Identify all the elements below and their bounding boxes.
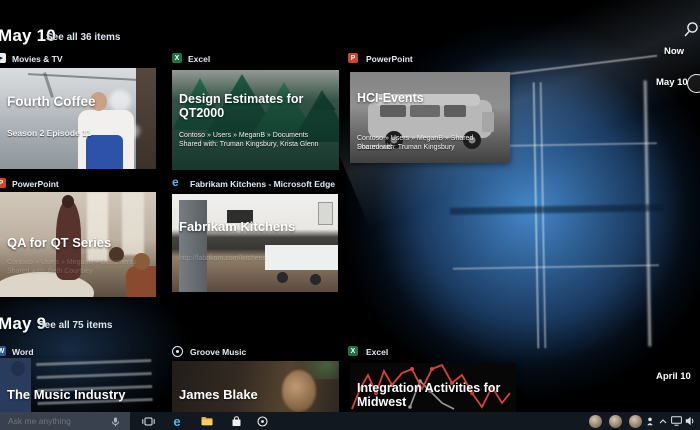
card-title: Integration Activities for Midwest <box>357 381 501 410</box>
music-industry-thumbnail <box>0 358 156 412</box>
card-subtitle: Season 2 Episode 11 <box>7 128 92 138</box>
people-contact-avatar[interactable] <box>609 414 622 428</box>
app-label-groove: Groove Music <box>190 347 247 357</box>
card-title: Fourth Coffee <box>7 94 96 109</box>
card-title: Design Estimates for QT2000 <box>179 92 304 121</box>
card-title: The Music Industry <box>7 387 126 402</box>
app-label-word: Word <box>12 347 34 357</box>
activity-card-music-industry[interactable]: The Music Industry <box>0 358 156 412</box>
windows-timeline-task-view: May 10 See all 36 items ▸ Movies & TV X … <box>0 0 700 430</box>
card-meta-url: http://fabrikam.com/kitchens <box>179 255 267 262</box>
activity-card-design-estimates[interactable]: Design Estimates for QT2000 Contoso » Us… <box>172 70 339 170</box>
rail-label-now[interactable]: Now <box>664 46 684 57</box>
window-pane-edge <box>532 82 540 349</box>
card-title: Fabrikam Kitchens <box>179 219 296 234</box>
activity-card-fabrikam-kitchens[interactable]: Fabrikam Kitchens http://fabrikam.com/ki… <box>172 194 338 292</box>
activity-card-fourth-coffee[interactable]: Fourth Coffee Season 2 Episode 11 <box>0 68 156 169</box>
app-label-excel: Excel <box>188 54 211 64</box>
app-label-edge-tab: Fabrikam Kitchens - Microsoft Edge <box>190 179 335 189</box>
fourth-coffee-thumbnail <box>0 68 156 169</box>
activity-card-hci-events[interactable]: HCI-Events Contoso » Users » MeganB » Sh… <box>350 72 510 163</box>
window-mullion-shadow <box>449 204 665 215</box>
movies-tv-icon: ▸ <box>0 53 6 63</box>
edge-icon: e <box>172 175 179 189</box>
people-contact-avatar[interactable] <box>589 414 602 428</box>
card-title: HCI-Events <box>357 91 424 105</box>
volume-tray-icon[interactable] <box>682 412 698 430</box>
timeline-scrubber-handle[interactable] <box>687 74 700 93</box>
activity-card-qa-qt-series[interactable]: QA for QT Series Contoso » Users » Megan… <box>0 192 156 297</box>
card-meta-shared: Shared with: Truman Kingsbury, Krista Gl… <box>179 141 319 148</box>
app-label-movies-tv: Movies & TV <box>12 54 63 64</box>
store-icon[interactable] <box>225 412 247 430</box>
excel-icon: X <box>172 53 182 63</box>
window-pane-edge <box>643 80 652 347</box>
word-icon: W <box>0 346 6 356</box>
see-all-may-10-link[interactable]: See all 36 items <box>46 32 121 43</box>
see-all-may-9-link[interactable]: See all 75 items <box>38 320 113 331</box>
rail-label-may-10[interactable]: May 10 <box>656 77 688 88</box>
card-meta-shared: Shared with: Beth Courtney <box>7 268 93 275</box>
file-explorer-icon[interactable] <box>196 412 218 430</box>
powerpoint-icon: P <box>0 178 6 188</box>
app-label-excel: Excel <box>366 347 389 357</box>
groove-music-icon <box>172 346 183 357</box>
people-contact-avatar[interactable] <box>629 414 642 428</box>
groove-music-taskbar-icon[interactable] <box>251 412 273 430</box>
excel-icon: X <box>348 346 358 356</box>
window-pane-edge <box>539 82 547 349</box>
taskbar: e <box>0 412 700 430</box>
fabrikam-kitchens-thumbnail <box>172 194 338 292</box>
activity-card-james-blake[interactable]: James Blake <box>172 361 339 412</box>
app-label-powerpoint: PowerPoint <box>12 179 59 189</box>
task-view-button[interactable] <box>137 412 159 430</box>
card-meta-shared: Shared with: Truman Kingsbury <box>357 144 455 151</box>
powerpoint-icon: P <box>348 53 358 63</box>
edge-taskbar-icon[interactable]: e <box>166 412 188 430</box>
card-title: QA for QT Series <box>7 235 112 250</box>
search-icon[interactable] <box>683 21 700 38</box>
activity-card-integration-activities[interactable]: Integration Activities for Midwest <box>350 363 516 412</box>
rail-label-april-10[interactable]: April 10 <box>656 371 691 382</box>
app-label-powerpoint: PowerPoint <box>366 54 413 64</box>
microphone-icon[interactable] <box>111 417 120 427</box>
window-pane-edge <box>452 264 659 270</box>
card-title: James Blake <box>179 387 258 402</box>
